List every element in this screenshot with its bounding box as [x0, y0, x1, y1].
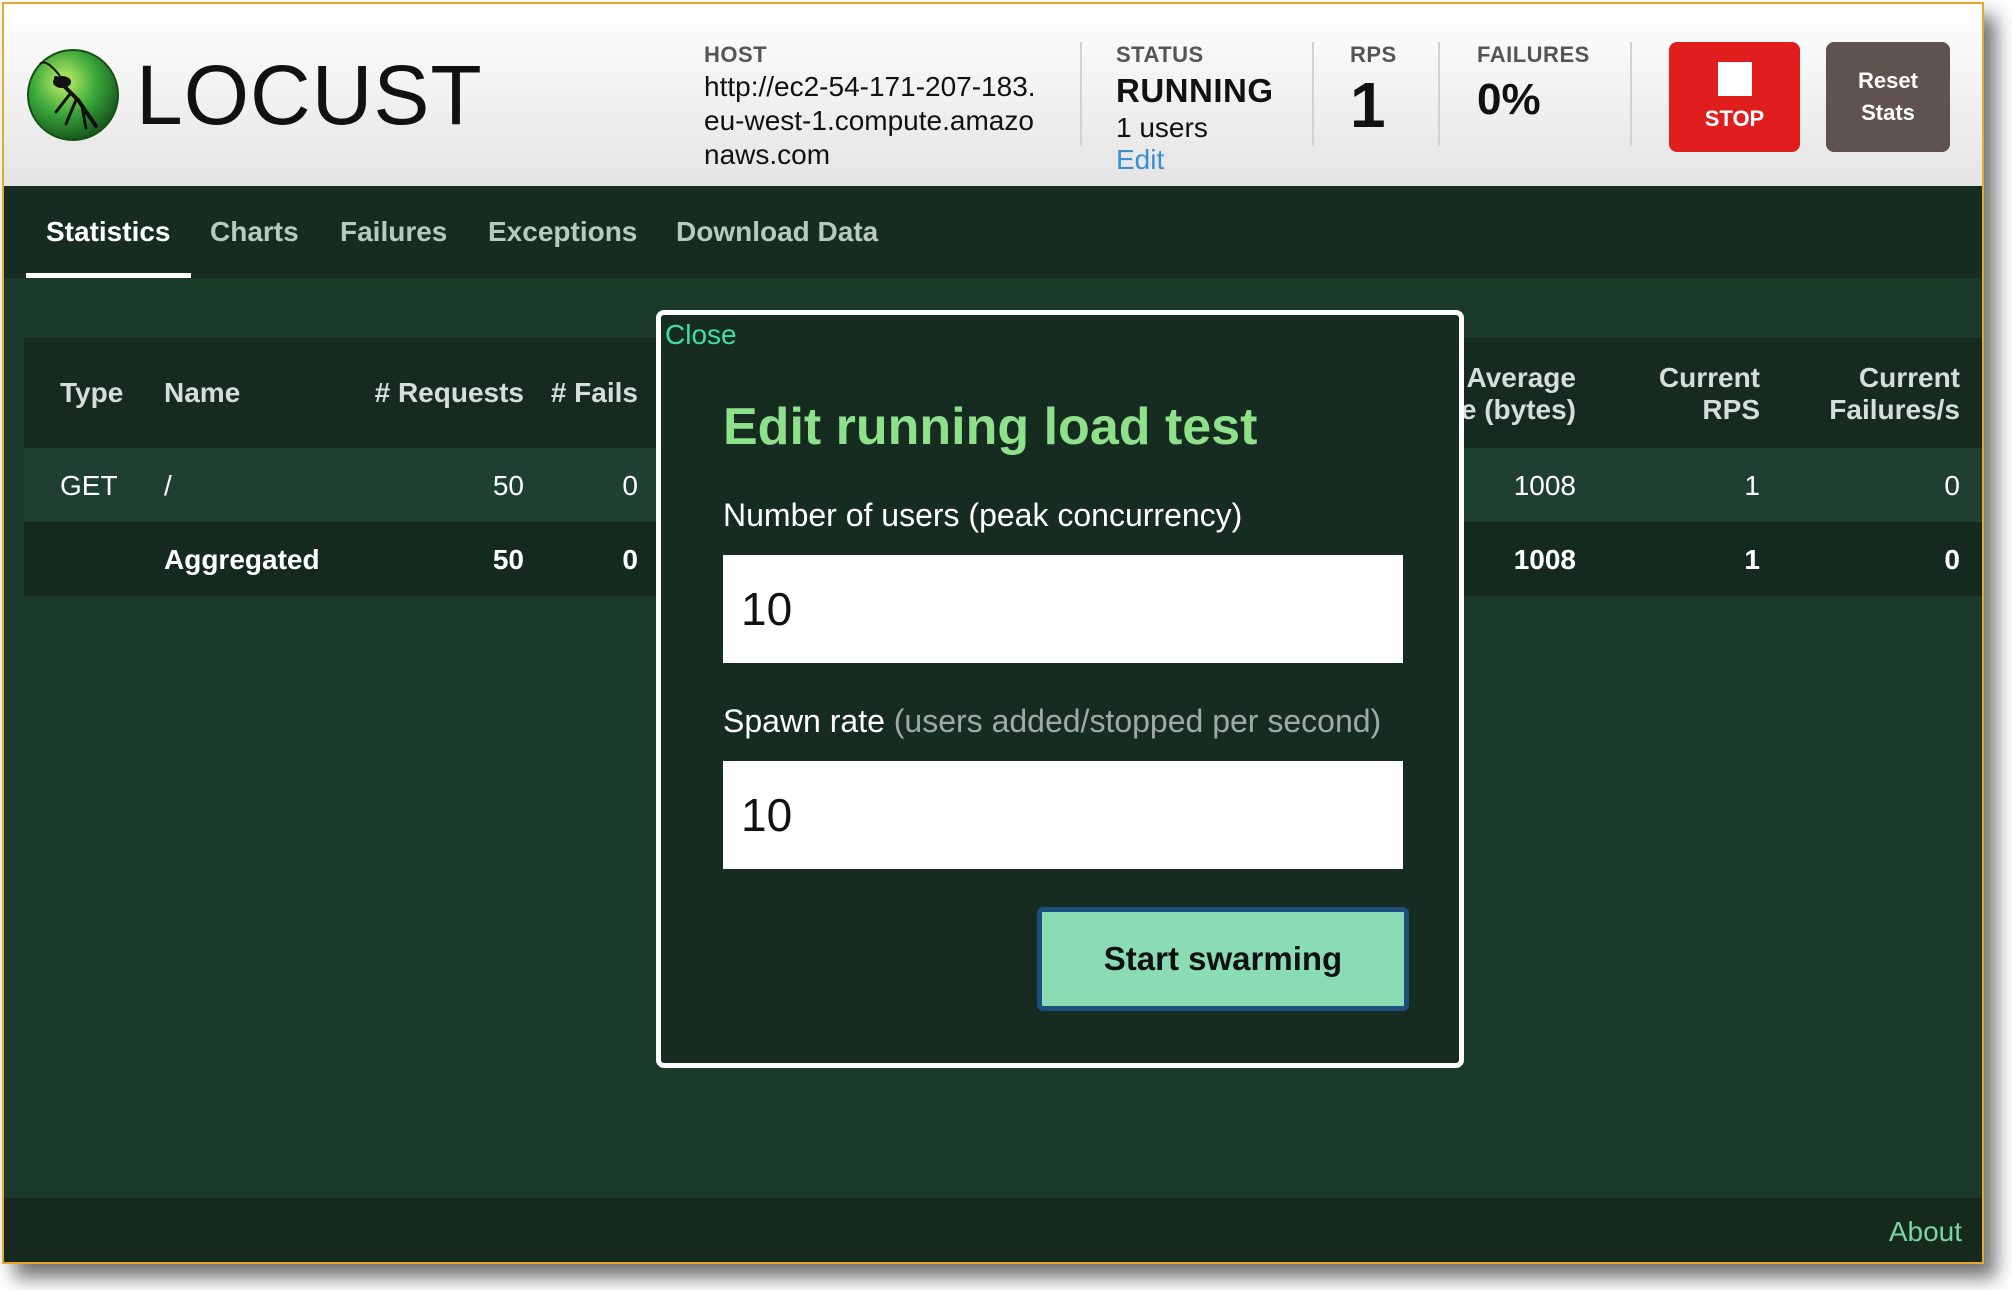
rps-value: 1: [1350, 69, 1386, 141]
users-field-label: Number of users (peak concurrency): [723, 497, 1243, 533]
col-current-rps[interactable]: Current RPS: [1614, 362, 1760, 426]
tab-failures[interactable]: Failures: [320, 186, 467, 278]
reset-stats-button[interactable]: Reset Stats: [1826, 42, 1950, 152]
brand-name: LOCUST: [136, 48, 483, 142]
stop-label: STOP: [1704, 106, 1765, 131]
host-value: http://ec2-54-171-207-183.eu-west-1.comp…: [704, 71, 1036, 170]
tab-charts[interactable]: Charts: [190, 186, 319, 278]
header-divider: [1630, 42, 1632, 146]
spawn-rate-input[interactable]: [723, 761, 1403, 869]
cell-current-rps: 1: [1744, 544, 1760, 575]
cell-current-rps: 1: [1744, 470, 1760, 501]
cell-fails: 0: [622, 470, 638, 501]
cell-type: GET: [60, 470, 118, 501]
cell-requests: 50: [492, 470, 524, 501]
spawn-rate-label-text: Spawn rate: [723, 703, 885, 739]
status-value: RUNNING: [1116, 72, 1274, 109]
col-requests[interactable]: # Requests: [324, 377, 524, 409]
host-block: HOST http://ec2-54-171-207-183.eu-west-1…: [704, 42, 1044, 186]
app-window: LOCUST HOST http://ec2-54-171-207-183.eu…: [2, 2, 1984, 1264]
col-current-failures[interactable]: Current Failures/s: [1780, 362, 1960, 426]
cell-name: /: [164, 470, 172, 501]
tab-exceptions[interactable]: Exceptions: [468, 186, 657, 278]
user-count: 1 users: [1116, 112, 1208, 143]
cell-fails: 0: [622, 544, 638, 575]
status-label: STATUS: [1116, 42, 1204, 67]
close-button[interactable]: Close: [665, 319, 737, 351]
host-label: HOST: [704, 42, 768, 67]
tab-bar: Statistics Charts Failures Exceptions Do…: [4, 186, 1982, 278]
edit-link[interactable]: Edit: [1116, 144, 1316, 176]
start-swarming-button[interactable]: Start swarming: [1037, 907, 1409, 1011]
cell-current-failures: 0: [1944, 470, 1960, 501]
col-name[interactable]: Name: [164, 377, 240, 409]
header-divider: [1080, 42, 1082, 146]
col-fails[interactable]: # Fails: [524, 377, 638, 409]
failures-value: 0%: [1477, 75, 1541, 124]
header-divider: [1438, 42, 1440, 146]
header: LOCUST HOST http://ec2-54-171-207-183.eu…: [4, 4, 1982, 186]
col-type[interactable]: Type: [60, 377, 123, 409]
tab-statistics[interactable]: Statistics: [26, 186, 191, 278]
tab-download-data[interactable]: Download Data: [656, 186, 898, 278]
rps-block: RPS 1: [1350, 42, 1440, 140]
failures-label: FAILURES: [1477, 42, 1590, 67]
stop-button[interactable]: STOP: [1669, 42, 1800, 152]
edit-load-test-modal: Close Edit running load test Number of u…: [656, 310, 1464, 1068]
failures-block: FAILURES 0%: [1477, 42, 1627, 126]
cell-requests: 50: [492, 544, 524, 575]
spawn-rate-hint: (users added/stopped per second): [893, 703, 1382, 739]
about-link[interactable]: About: [1889, 1216, 1962, 1248]
modal-title: Edit running load test: [723, 398, 1258, 456]
rps-label: RPS: [1350, 42, 1397, 67]
cell-current-failures: 0: [1944, 544, 1960, 575]
cell-name: Aggregated: [164, 544, 320, 575]
locust-logo-icon: [27, 49, 119, 141]
spawn-rate-label: Spawn rate (users added/stopped per seco…: [723, 703, 1381, 740]
header-divider: [1312, 42, 1314, 146]
status-block: STATUS RUNNING 1 users Edit: [1116, 42, 1316, 176]
stop-icon: [1717, 62, 1752, 96]
users-input[interactable]: [723, 555, 1403, 663]
footer: About: [4, 1198, 1982, 1262]
